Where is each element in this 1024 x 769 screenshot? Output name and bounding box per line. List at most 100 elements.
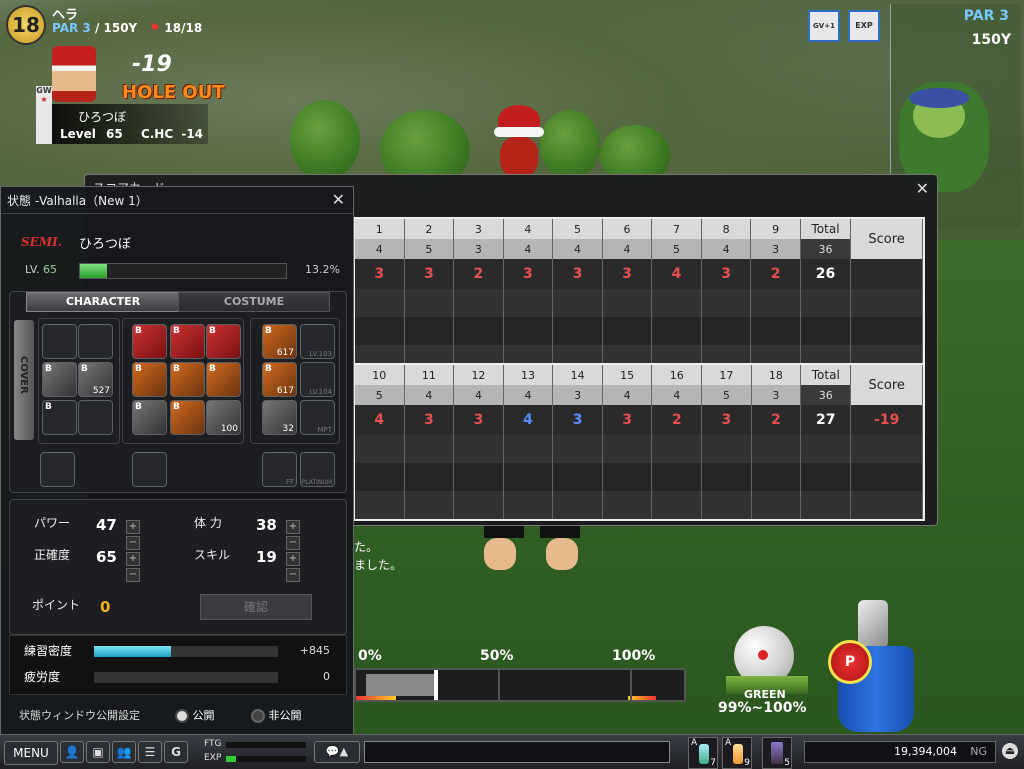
pants-slot[interactable]: B [42,400,77,435]
platinum-slot[interactable]: PLATINUM [300,452,335,487]
exit-icon[interactable]: ⏏ [1002,743,1018,759]
iron2-slot[interactable]: B [170,362,205,397]
par-cell: 5 [355,385,405,405]
stroke-cell: 3 [503,259,554,289]
hole-cell: 7 [651,219,702,239]
shoes-slot[interactable] [78,400,113,435]
notes-icon[interactable]: ☰ [138,741,162,763]
total-score: 26 [800,259,852,289]
visibility-label: 状態ウィンドウ公開設定 [19,709,140,722]
minimap-distance: 150Y [971,32,1011,48]
accuracy-adjust[interactable]: +− [126,550,154,582]
stats-box: パワー 47 +− 体 力 38 +− 正確度 65 +− スキル 19 +− … [9,499,347,635]
stamina-label: 体 力 [194,516,222,530]
skill-adjust[interactable]: +− [286,550,314,582]
ff-slot[interactable]: FF [262,452,297,487]
friends-icon[interactable]: 👥 [112,741,136,763]
confirm-button[interactable]: 確認 [200,594,312,620]
power-gauge: 0% 50% 100% [354,648,686,704]
ball-slot[interactable]: 100 [206,400,241,435]
status-window-title: 状態 -Valhalla（New 1） [7,194,148,208]
hole-cell: 4 [503,219,554,239]
stroke-cell: 3 [404,405,455,435]
gw-badge: GW ★ [36,86,52,144]
stroke-cell: 4 [651,259,702,289]
accuracy-value: 65 [96,548,117,566]
status-window: 状態 -Valhalla（New 1） ✕ SEMI. ひろつぼ LV. 65 … [0,186,354,736]
top-slot[interactable]: B [42,362,77,397]
chat-mode-button[interactable]: 💬▲ [314,741,360,763]
locked-slot[interactable]: LV.104 [300,362,335,397]
face-slot[interactable] [78,324,113,359]
power-adjust[interactable]: +− [126,518,154,550]
point-value: 0 [100,598,111,616]
score-value [850,259,923,289]
skill-label: スキル [194,548,231,562]
holeout-label: HOLE OUT [122,82,225,103]
hole-cell: 18 [751,365,802,385]
status-close-button[interactable]: ✕ [332,190,345,209]
profile-icon[interactable]: 👤 [60,741,84,763]
skill-value: 19 [256,548,277,566]
hole-cell: 12 [453,365,504,385]
chat-line: ました。 [354,558,403,572]
hud-player-name: ひろつぼ [78,110,127,124]
total-header: Total [800,365,852,385]
gauge-0-label: 0% [358,648,382,664]
guild-button[interactable]: G [164,741,188,763]
wood2-slot[interactable]: B [206,324,241,359]
stroke-cell: 3 [602,259,653,289]
par-cell: 4 [355,239,405,259]
item-slot-a2[interactable]: A 9 [722,737,752,769]
stroke-cell: 3 [701,405,752,435]
stroke-cell: 3 [552,259,603,289]
minimap-par: PAR 3 [963,8,1009,24]
chat-input[interactable] [364,741,670,763]
par-cell: 4 [602,239,653,259]
par-cell: 4 [453,385,504,405]
iron-slot[interactable]: B [132,362,167,397]
public-radio[interactable]: 公開 [175,707,215,723]
bag-icon[interactable]: ▣ [86,741,110,763]
chat-line: た。 [354,540,379,554]
medal-slot[interactable] [132,452,167,487]
total-score: 27 [800,405,852,435]
ftg-bar [226,742,306,748]
hair-slot[interactable] [42,324,77,359]
putter-slot[interactable]: B [170,400,205,435]
private-radio[interactable]: 非公開 [251,707,302,723]
radio-empty-icon [251,709,265,723]
stamina-adjust[interactable]: +− [286,518,314,550]
scorecard-close-button[interactable]: ✕ [916,179,929,198]
player-avatar [52,46,96,102]
ring-slot[interactable]: 32 [262,400,297,435]
par-cell: 5 [651,239,702,259]
caddie-slot-b[interactable]: B 617 [262,362,297,397]
tab-costume[interactable]: COSTUME [178,292,330,312]
gv-plus-icon[interactable]: GV+1 [808,10,840,42]
caddie-slot-a[interactable]: B 617 [262,324,297,359]
mpt-slot[interactable]: MPT [300,400,335,435]
tab-character[interactable]: CHARACTER [26,292,180,312]
menu-button[interactable]: MENU [4,741,58,765]
glove-slot[interactable]: B 527 [78,362,113,397]
golf-bag-icon[interactable]: P [828,600,918,732]
exp-boost-icon[interactable]: EXP [848,10,880,42]
disc-slot[interactable] [40,452,75,487]
character-head [494,105,544,177]
stroke-cell: 4 [355,405,405,435]
par-cell: 4 [552,239,603,259]
wood-slot[interactable]: B [170,324,205,359]
minimap-water [909,88,969,108]
wedge-slot[interactable]: B [206,362,241,397]
driver-slot[interactable]: B [132,324,167,359]
item-slot-3[interactable]: 5 [762,737,792,769]
item-slot-a1[interactable]: A 7 [688,737,718,769]
par-cell: 4 [404,385,455,405]
hole-cell: 3 [453,219,504,239]
locked-slot[interactable]: LV.103 [300,324,335,359]
cover-toggle[interactable]: COVER [14,320,34,440]
par-label: PAR 3 [52,21,91,35]
iron-set-slot[interactable]: B [132,400,167,435]
pang-badge-icon: P [828,640,872,684]
